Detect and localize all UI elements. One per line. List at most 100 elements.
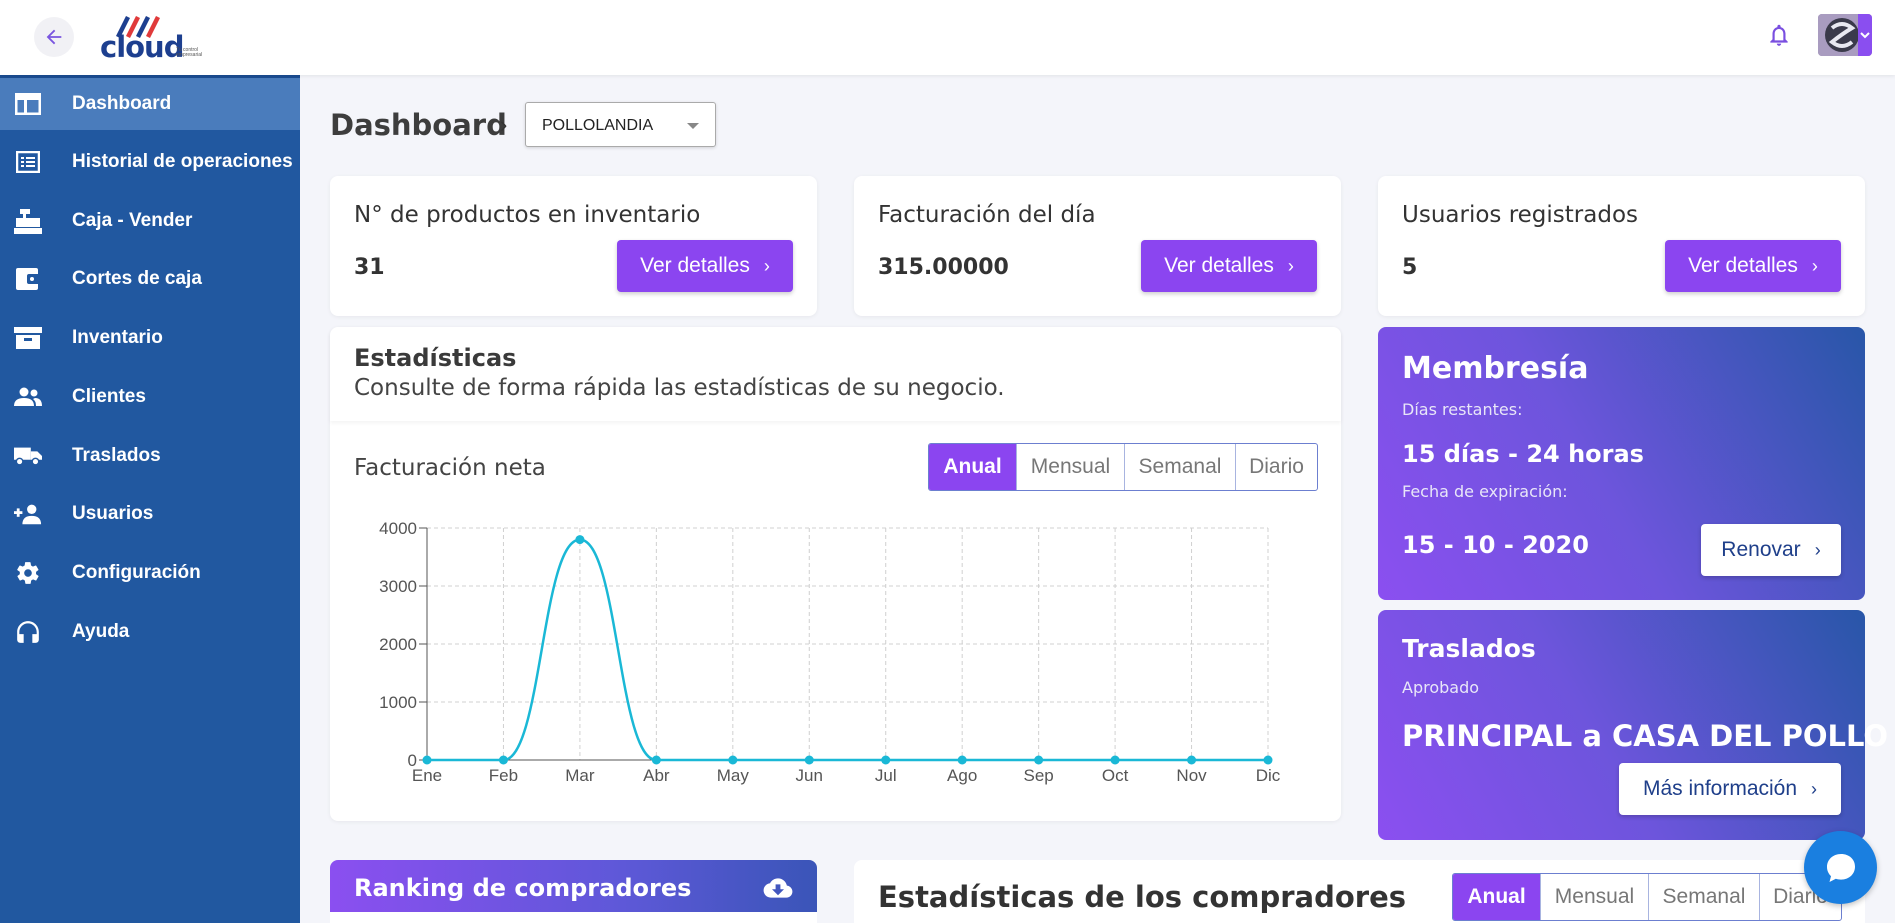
x-tick-label: Dic — [1256, 766, 1281, 785]
page-title: Dashboard — [330, 108, 507, 142]
sidebar-item-label: Usuarios — [72, 503, 154, 524]
card-title: Usuarios registrados — [1402, 202, 1638, 228]
cash-register-icon — [14, 207, 42, 235]
x-tick-label: Nov — [1176, 766, 1207, 785]
chat-button[interactable] — [1804, 831, 1877, 904]
data-point — [728, 755, 738, 765]
chevron-right-icon: › — [1811, 255, 1818, 276]
sidebar-item-label: Traslados — [72, 445, 161, 466]
sidebar-item-traslados[interactable]: Traslados — [0, 430, 300, 482]
sidebar-item-label: Inventario — [72, 327, 163, 348]
sidebar-item-label: Historial de operaciones — [72, 151, 293, 172]
buyer-period-tabs: Anual Mensual Semanal Diario — [1452, 873, 1842, 921]
transfer-status: Aprobado — [1402, 678, 1480, 697]
cloud-download-icon[interactable] — [763, 876, 793, 900]
transfer-route: PRINCIPAL a CASA DEL POLLO — [1402, 719, 1889, 753]
logo-tagline: Tu control empresarial — [176, 47, 203, 58]
card-title: Facturación del día — [878, 202, 1096, 228]
x-tick-label: Sep — [1024, 766, 1054, 785]
x-tick-label: Jun — [796, 766, 823, 785]
sidebar-item-usuarios[interactable]: Usuarios — [0, 488, 300, 540]
buyer-ranking-header: Ranking de compradores — [330, 860, 817, 923]
tab-diario[interactable]: Diario — [1235, 444, 1317, 490]
y-tick-label: 1000 — [379, 693, 417, 712]
more-info-button[interactable]: Más información › — [1619, 763, 1841, 815]
tab-anual[interactable]: Anual — [1453, 874, 1540, 920]
ranking-title: Ranking de compradores — [354, 874, 692, 902]
people-icon — [14, 383, 42, 411]
remaining-label: Días restantes: — [1402, 400, 1523, 419]
y-tick-label: 0 — [408, 751, 417, 770]
caret-down-icon — [687, 123, 699, 129]
breadcrumb-chevron-icon: › — [500, 112, 508, 137]
truck-icon — [14, 442, 42, 470]
dashboard-icon — [14, 90, 42, 118]
x-tick-label: Oct — [1102, 766, 1129, 785]
y-tick-label: 2000 — [379, 635, 417, 654]
chevron-right-icon: › — [1814, 539, 1821, 560]
transfers-card: Traslados Aprobado PRINCIPAL a CASA DEL … — [1378, 610, 1888, 840]
store-select-value: POLLOLANDIA — [542, 117, 654, 134]
button-label: Más información — [1642, 777, 1798, 800]
archive-icon — [14, 324, 42, 352]
avatar — [1818, 14, 1872, 56]
statistics-title: Estadísticas — [354, 344, 517, 372]
headset-icon — [14, 618, 42, 646]
sidebar-item-configuracion[interactable]: Configuración — [0, 547, 300, 599]
sidebar-item-label: Cortes de caja — [72, 268, 202, 289]
tab-anual[interactable]: Anual — [929, 444, 1016, 490]
view-details-button[interactable]: Ver detalles › — [1665, 240, 1841, 292]
tab-semanal[interactable]: Semanal — [1648, 874, 1759, 920]
x-tick-label: May — [717, 766, 750, 785]
tab-mensual[interactable]: Mensual — [1016, 444, 1124, 490]
store-select[interactable]: POLLOLANDIA — [525, 102, 716, 147]
sidebar-item-cortes-de-caja[interactable]: Cortes de caja — [0, 253, 300, 305]
view-details-button[interactable]: Ver detalles › — [617, 240, 793, 292]
person-add-icon — [14, 500, 42, 528]
sidebar-item-inventario[interactable]: Inventario — [0, 312, 300, 364]
renew-button[interactable]: Renovar › — [1701, 524, 1841, 576]
ranking-body — [330, 912, 817, 923]
card-title: N° de productos en inventario — [354, 202, 701, 228]
sidebar-item-dashboard[interactable]: Dashboard — [0, 78, 300, 130]
sidebar-item-label: Clientes — [72, 386, 146, 407]
logo[interactable]: cloud Tu control empresarial — [98, 12, 210, 64]
bell-icon — [1770, 24, 1788, 46]
sidebar-item-historial[interactable]: Historial de operaciones — [0, 136, 300, 188]
tab-mensual[interactable]: Mensual — [1540, 874, 1648, 920]
inventory-count-card: N° de productos en inventario 31 Ver det… — [330, 176, 817, 316]
list-icon — [14, 148, 42, 176]
data-point — [881, 755, 891, 765]
series-line — [426, 538, 1268, 762]
remaining-value: 15 días - 24 horas — [1402, 440, 1644, 468]
data-point — [1263, 755, 1273, 765]
card-value: 5 — [1402, 255, 1418, 280]
buyer-statistics-title: Estadísticas de los compradores — [878, 880, 1407, 914]
sidebar-item-label: Dashboard — [72, 93, 172, 114]
notifications-button[interactable] — [1766, 20, 1792, 50]
expiry-label: Fecha de expiración: — [1402, 482, 1568, 501]
chevron-right-icon: › — [1287, 255, 1294, 276]
data-point — [498, 755, 508, 765]
user-avatar-menu[interactable] — [1818, 14, 1872, 56]
data-point — [957, 755, 967, 765]
x-tick-label: Ene — [412, 766, 442, 785]
statistics-header: Estadísticas Consulte de forma rápida la… — [330, 327, 1341, 421]
chart-title: Facturación neta — [354, 455, 546, 481]
x-tick-label: Ago — [947, 766, 977, 785]
data-point — [651, 755, 661, 765]
back-button[interactable] — [34, 17, 74, 57]
sidebar-item-caja-vender[interactable]: Caja - Vender — [0, 195, 300, 247]
registered-users-card: Usuarios registrados 5 Ver detalles › — [1378, 176, 1865, 316]
view-details-button[interactable]: Ver detalles › — [1141, 240, 1317, 292]
card-value: 31 — [354, 255, 385, 280]
chat-bubble-icon — [1826, 853, 1855, 882]
tab-semanal[interactable]: Semanal — [1124, 444, 1235, 490]
data-point — [1110, 755, 1120, 765]
data-point — [804, 755, 814, 765]
sidebar-item-clientes[interactable]: Clientes — [0, 371, 300, 423]
sidebar-item-ayuda[interactable]: Ayuda — [0, 606, 300, 658]
x-tick-label: Abr — [643, 766, 670, 785]
y-tick-label: 4000 — [379, 519, 417, 538]
data-point — [422, 755, 432, 765]
